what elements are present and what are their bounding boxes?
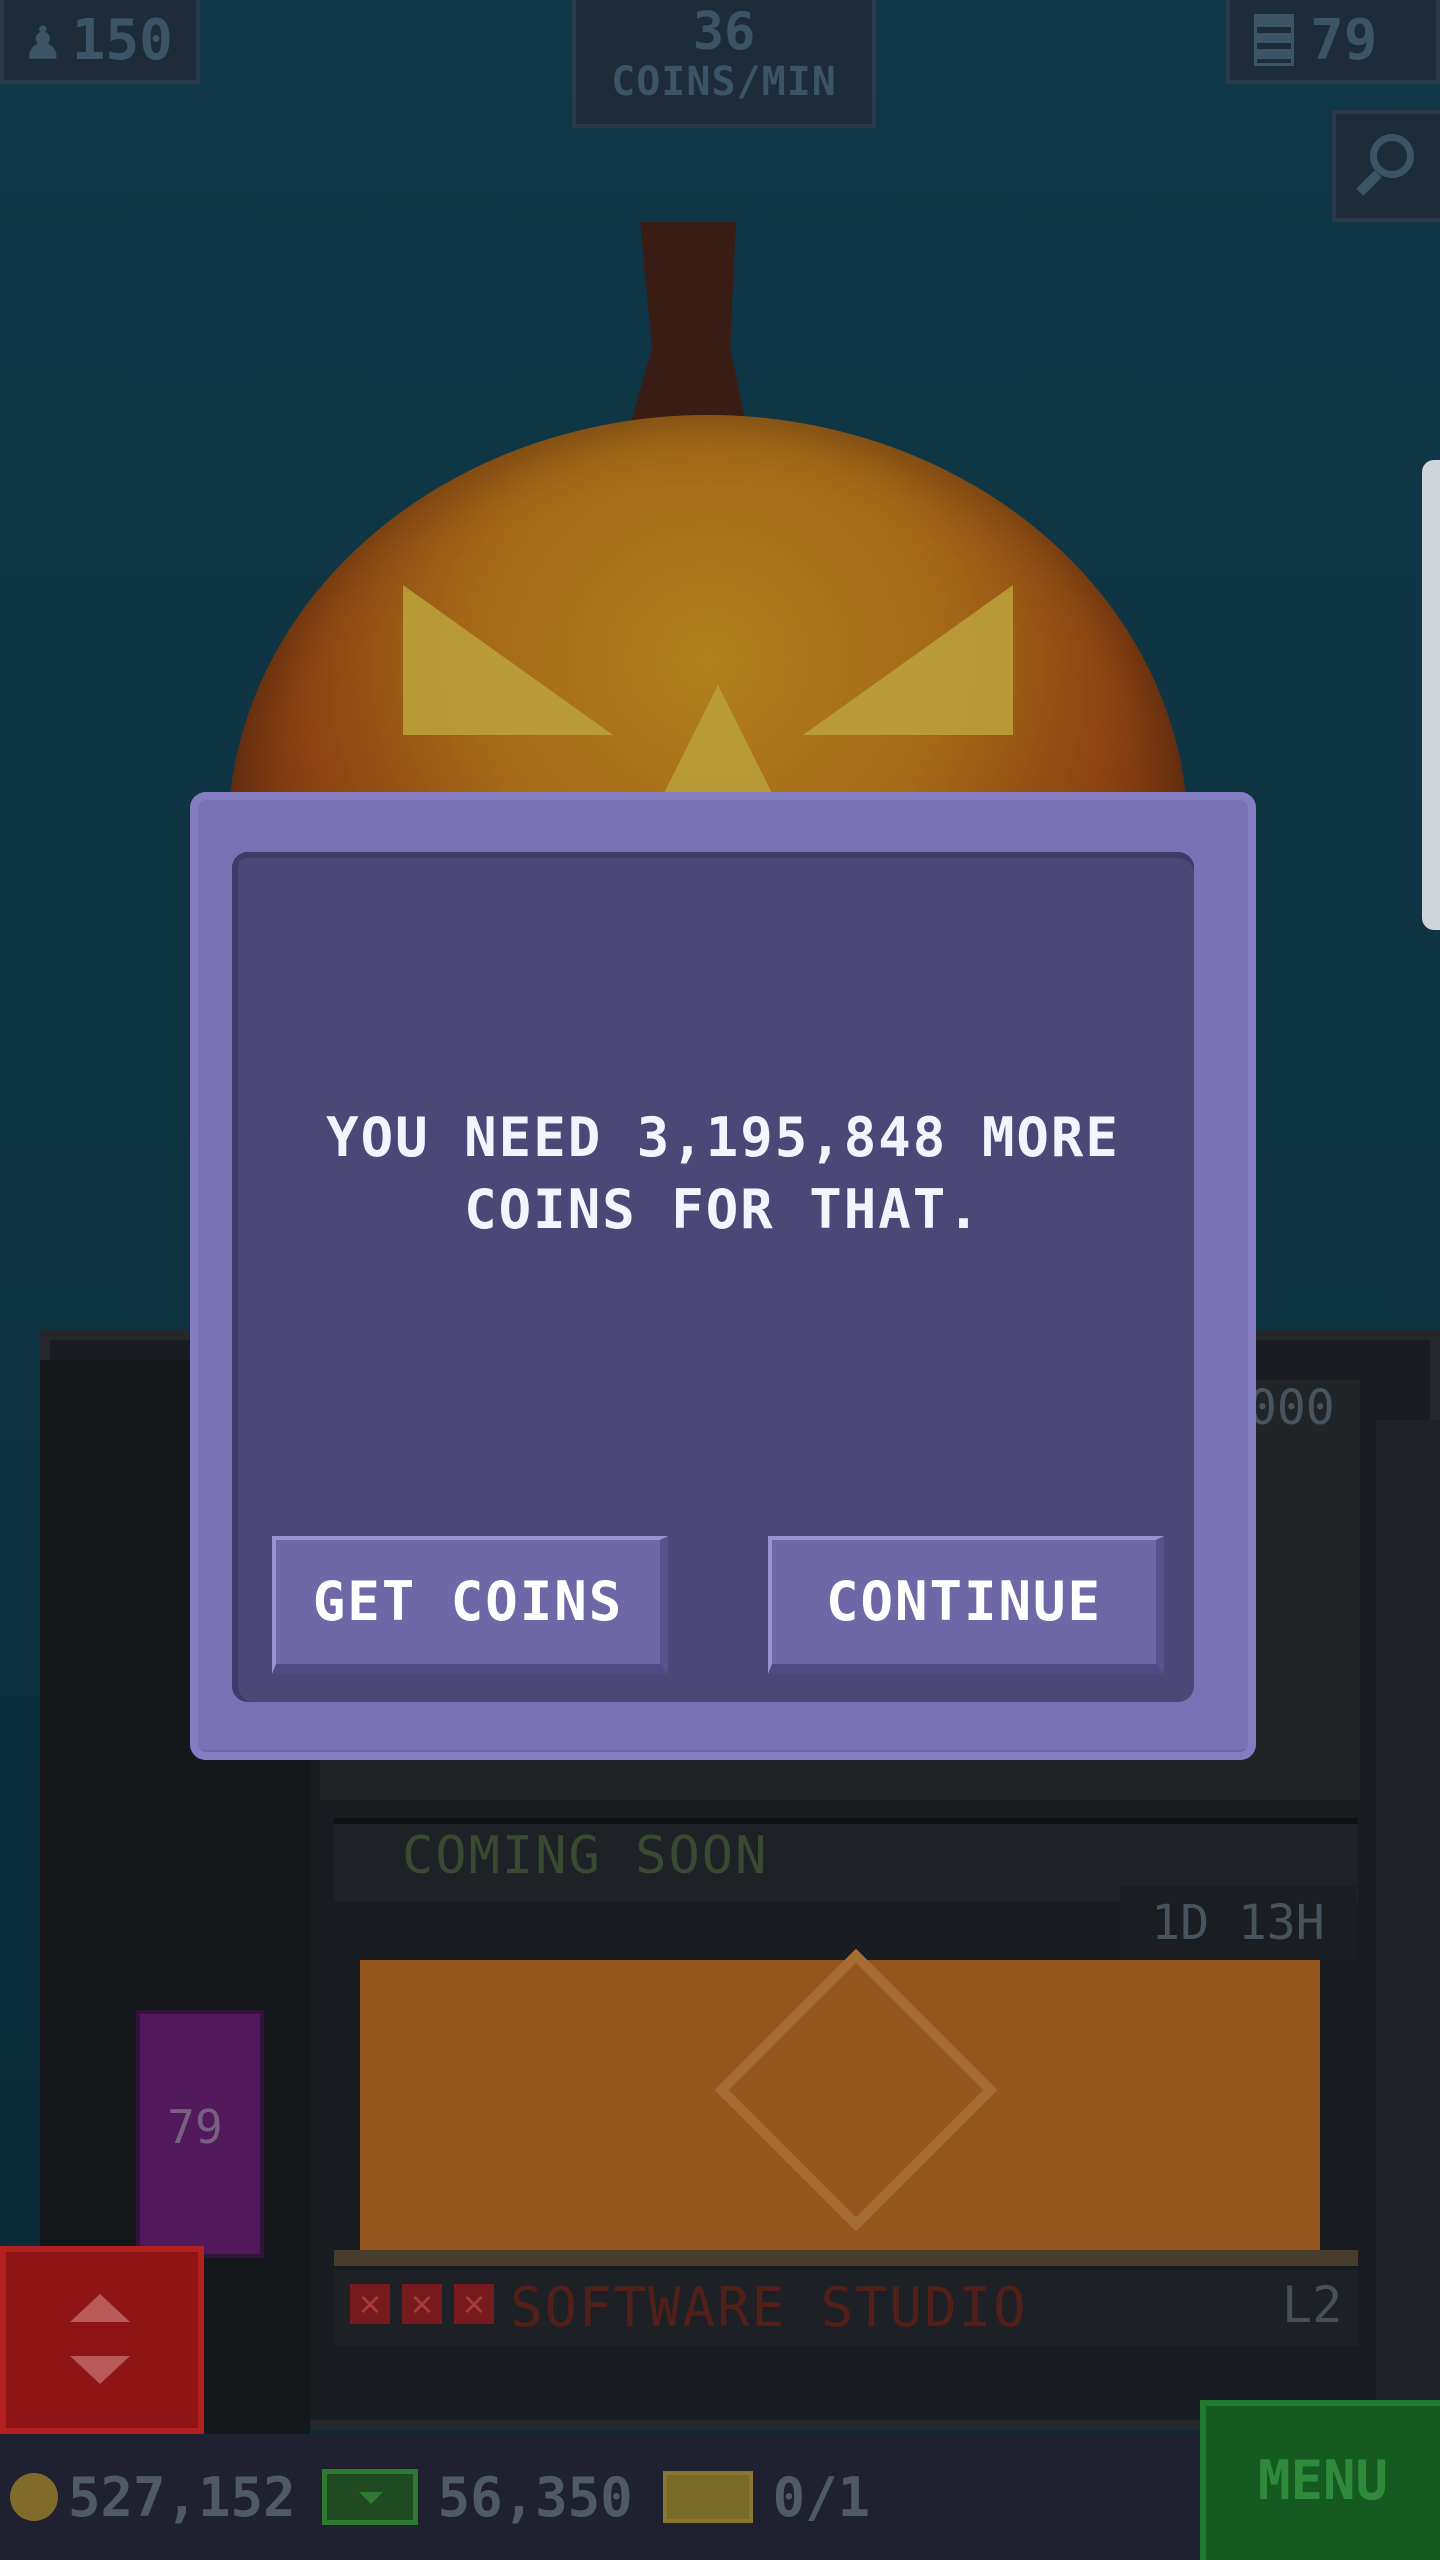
search-icon-handle <box>1356 170 1382 196</box>
tickets-value: 0/1 <box>772 2465 871 2529</box>
ticket-icon <box>662 2471 753 2523</box>
floors-value: 79 <box>1310 7 1378 73</box>
coin-icon <box>10 2473 58 2521</box>
bux-icon <box>321 2469 418 2525</box>
arrow-up-icon <box>70 2294 130 2322</box>
elevator-button[interactable] <box>0 2246 204 2434</box>
arrow-down-icon <box>70 2356 130 2384</box>
person-icon: ♟ <box>26 7 60 73</box>
zoom-button[interactable] <box>1332 110 1440 222</box>
population-value: 150 <box>71 7 173 73</box>
building-icon <box>1254 14 1294 66</box>
coins-per-min-unit: COINS/MIN <box>611 59 837 105</box>
dialog-message-line1: YOU NEED 3,195,848 MORE <box>326 1106 1120 1169</box>
coins-per-min-panel: 36 COINS/MIN <box>572 0 876 128</box>
bux-value: 56,350 <box>437 2465 633 2529</box>
get-coins-button[interactable]: GET COINS <box>272 1536 668 1674</box>
dialog-message-line2: COINS FOR THAT. <box>464 1178 982 1241</box>
floors-counter[interactable]: 79 <box>1226 0 1440 84</box>
side-pull-tab[interactable] <box>1422 460 1440 930</box>
menu-button[interactable]: MENU <box>1200 2400 1440 2560</box>
coins-per-min-value: 36 <box>692 2 756 62</box>
coins-value: 527,152 <box>68 2465 296 2529</box>
continue-button[interactable]: CONTINUE <box>768 1536 1164 1674</box>
dialog-message: YOU NEED 3,195,848 MORE COINS FOR THAT. <box>260 1102 1186 1246</box>
population-counter[interactable]: ♟ 150 <box>0 0 200 84</box>
